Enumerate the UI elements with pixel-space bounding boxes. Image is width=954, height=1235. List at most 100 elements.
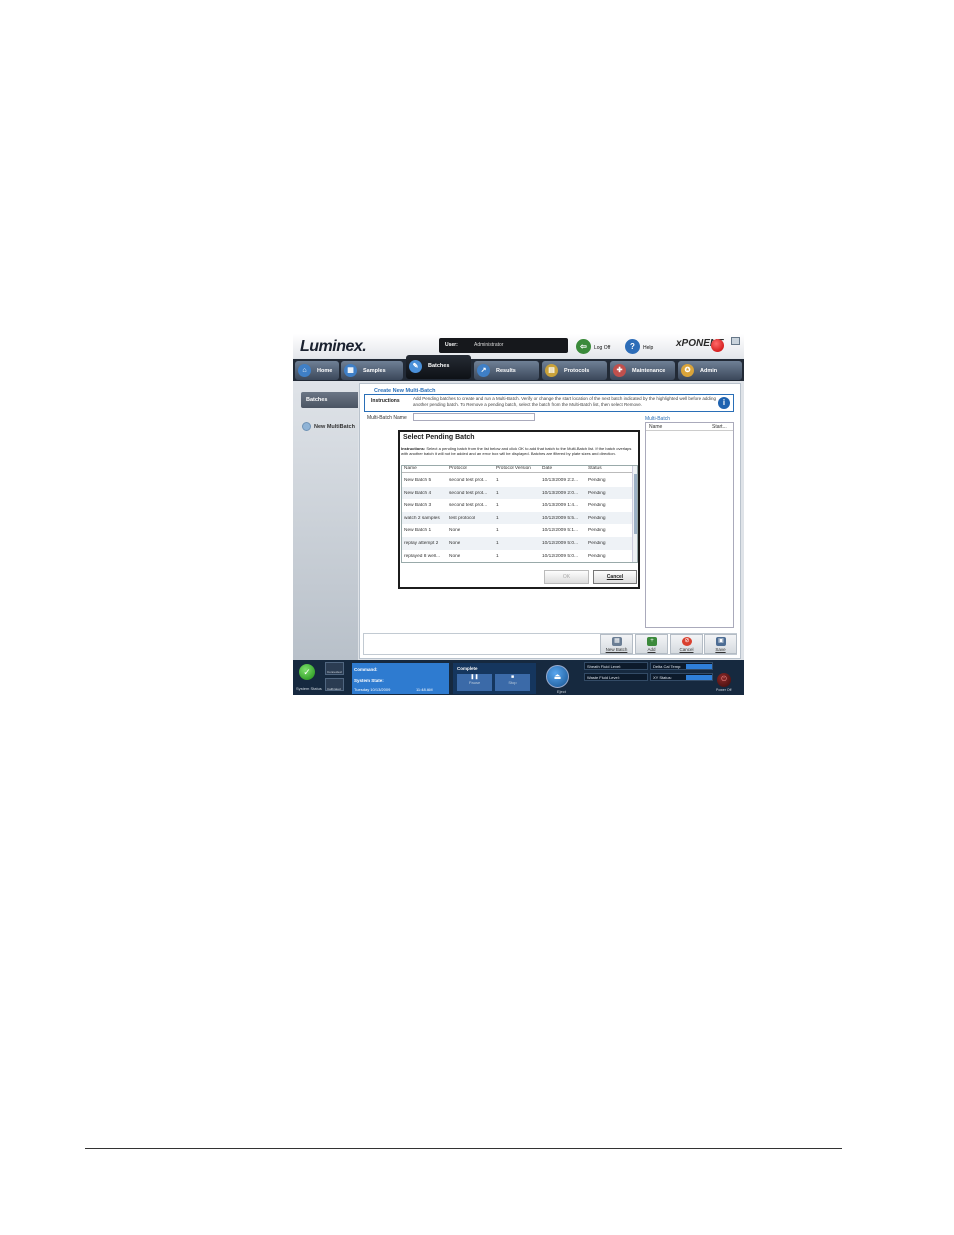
tab-admin[interactable]: ✪ Admin bbox=[678, 361, 742, 380]
table-row[interactable]: watch 2 samples test protocol 1 10/12/2009 … bbox=[402, 511, 633, 525]
new-batch-button[interactable]: ▦ New Batch bbox=[600, 634, 633, 654]
sidebar-item-new-multibatch[interactable]: New MultiBatch bbox=[302, 422, 355, 431]
instructions-text: Add Pending batches to create and run a … bbox=[413, 396, 716, 407]
brand-dot-icon bbox=[711, 339, 724, 352]
pending-batch-table[interactable]: Name Protocol Protocol Version Date Stat… bbox=[401, 465, 638, 563]
cancel-action-button[interactable]: ⊘ Cancel bbox=[670, 634, 703, 654]
main-nav: ⌂ Home ▦ Samples ✎ Batches ↗ Results ▤ P… bbox=[293, 355, 744, 381]
xponent-app-window: Luminex. User: Administrator ⇦ Log Off ?… bbox=[293, 334, 744, 695]
col-protocol[interactable]: Protocol bbox=[449, 466, 467, 471]
luminex-logo: Luminex. bbox=[300, 338, 367, 355]
section-title: Create New Multi-Batch bbox=[372, 388, 438, 394]
save-label: Save bbox=[715, 647, 726, 652]
system-status-icon[interactable]: ✓ bbox=[299, 664, 315, 680]
cell-name: New Batch 1 bbox=[404, 528, 432, 534]
help-icon[interactable]: ? bbox=[625, 339, 640, 354]
table-row[interactable]: New Batch 3 second test prot... 1 10/13/200… bbox=[402, 499, 633, 512]
table-scrollbar[interactable] bbox=[632, 466, 637, 562]
cell-protocol: second test prot... bbox=[449, 503, 488, 509]
calibrated-label: Calibrated bbox=[327, 687, 341, 691]
eject-button[interactable]: ⏏ bbox=[546, 665, 569, 688]
sidebar-item-batches[interactable]: Batches bbox=[301, 392, 358, 408]
cell-name: New Batch 4 bbox=[404, 490, 432, 496]
col-name[interactable]: Name bbox=[404, 466, 417, 471]
results-icon: ↗ bbox=[477, 364, 490, 377]
scroll-thumb[interactable] bbox=[634, 474, 637, 534]
tab-samples-label: Samples bbox=[363, 368, 386, 374]
cell-protocol-version: 1 bbox=[496, 503, 499, 509]
info-icon[interactable]: i bbox=[718, 397, 730, 409]
window-control-icon[interactable] bbox=[731, 337, 740, 345]
tab-protocols-label: Protocols bbox=[564, 368, 590, 374]
sheath-fluid-label: Sheath Fluid Level: bbox=[587, 664, 622, 669]
cell-protocol: second test prot... bbox=[449, 478, 488, 483]
instructions-label: Instructions bbox=[371, 398, 400, 404]
cell-status: Pending bbox=[588, 553, 606, 559]
eject-label: Eject bbox=[557, 689, 566, 694]
multibatch-name-input[interactable] bbox=[413, 413, 535, 421]
table-row[interactable]: New Batch 1 None 1 10/12/2009 5:1... Pending bbox=[402, 524, 633, 537]
tab-maintenance[interactable]: ✚ Maintenance bbox=[610, 361, 675, 380]
cell-date: 10/13/2009 1:4... bbox=[542, 503, 579, 509]
save-icon: ▣ bbox=[716, 637, 726, 646]
admin-icon: ✪ bbox=[681, 364, 694, 377]
power-label: Power Off bbox=[716, 688, 732, 692]
table-row[interactable]: replayed 8 well... None 1 10/12/2009 5:0...… bbox=[402, 550, 633, 562]
tab-samples[interactable]: ▦ Samples bbox=[341, 361, 403, 380]
col-protocol-version[interactable]: Protocol Version bbox=[496, 466, 531, 471]
table-row[interactable]: replay attempt 2 None 1 10/12/2009 5:0... Pe… bbox=[402, 537, 633, 550]
col-date[interactable]: Date bbox=[542, 466, 552, 471]
multibatch-list[interactable]: Name Start... bbox=[645, 422, 734, 628]
eject-icon: ⏏ bbox=[553, 672, 562, 681]
cell-name: replayed 8 well... bbox=[404, 553, 440, 559]
power-button[interactable]: ⏻ bbox=[717, 673, 731, 687]
table-row[interactable]: New Batch 4 second test prot... 1 10/13/200… bbox=[402, 486, 633, 500]
progress-label: Complete bbox=[457, 666, 478, 671]
logoff-icon[interactable]: ⇦ bbox=[576, 339, 591, 354]
top-bar: Luminex. User: Administrator ⇦ Log Off ?… bbox=[293, 334, 744, 358]
cell-name: watch 2 samples bbox=[404, 515, 440, 521]
system-state-label: System State: bbox=[354, 678, 384, 683]
home-icon: ⌂ bbox=[298, 364, 311, 377]
select-pending-batch-dialog: Select Pending Batch Instructions: Selec… bbox=[398, 430, 640, 589]
cell-protocol-version: 1 bbox=[496, 541, 499, 546]
col-status[interactable]: Status bbox=[588, 466, 602, 471]
cancel-button[interactable]: Cancel bbox=[593, 570, 637, 584]
logoff-label[interactable]: Log Off bbox=[594, 345, 610, 351]
cell-protocol-version: 1 bbox=[496, 528, 499, 534]
xy-status-bar bbox=[686, 675, 712, 680]
main-panel: Instructions Add Pending batches to crea… bbox=[359, 383, 741, 659]
protocols-icon: ▤ bbox=[545, 364, 558, 377]
sidebar: Batches New MultiBatch bbox=[293, 381, 358, 660]
system-status-label: System Status bbox=[296, 686, 322, 691]
multibatch-icon bbox=[302, 422, 311, 431]
cell-status: Pending bbox=[588, 490, 606, 496]
tab-batches[interactable]: ✎ Batches bbox=[406, 355, 471, 379]
command-box: Command: System State: Tuesday 10/13/200… bbox=[352, 663, 449, 694]
cell-name: New Batch 5 bbox=[404, 478, 432, 483]
stop-label: Stop bbox=[508, 680, 517, 685]
user-label: User: bbox=[445, 342, 458, 348]
cell-name: replay attempt 2 bbox=[404, 541, 439, 546]
xy-status-label: XY Status: bbox=[653, 675, 672, 680]
cell-status: Pending bbox=[588, 478, 606, 483]
ok-button[interactable]: OK bbox=[544, 570, 589, 584]
cell-protocol-version: 1 bbox=[496, 515, 499, 521]
command-label: Command: bbox=[354, 667, 378, 672]
save-button[interactable]: ▣ Save bbox=[704, 634, 737, 654]
tab-home[interactable]: ⌂ Home bbox=[295, 361, 339, 380]
tab-protocols[interactable]: ▤ Protocols bbox=[542, 361, 607, 380]
stop-button[interactable]: ■ Stop bbox=[495, 674, 530, 691]
pause-button[interactable]: ❚❚ Pause bbox=[457, 674, 492, 691]
maintenance-icon: ✚ bbox=[613, 364, 626, 377]
cell-protocol: second test prot... bbox=[449, 490, 488, 496]
table-row[interactable]: New Batch 5 second test prot... 1 10/13/200… bbox=[402, 474, 633, 487]
help-label[interactable]: Help bbox=[643, 345, 653, 351]
tab-results-label: Results bbox=[496, 368, 516, 374]
dialog-instructions-text: Select a pending batch from the list bel… bbox=[401, 446, 632, 456]
add-button[interactable]: + Add bbox=[635, 634, 668, 654]
tab-results[interactable]: ↗ Results bbox=[474, 361, 539, 380]
cancel-action-label: Cancel bbox=[679, 647, 694, 652]
delta-cal-temp-label: Delta Cal Temp: bbox=[653, 664, 682, 669]
cell-protocol-version: 1 bbox=[496, 478, 499, 483]
